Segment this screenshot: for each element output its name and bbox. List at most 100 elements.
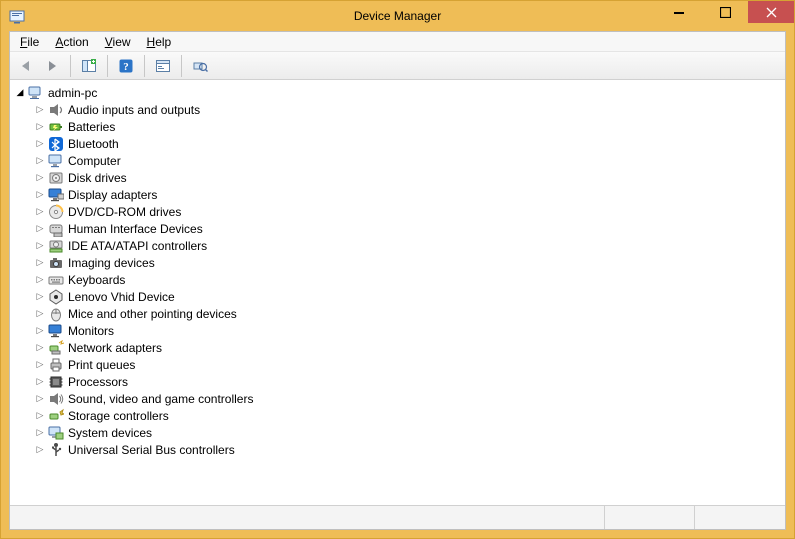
separator (181, 55, 182, 77)
expand-icon[interactable]: ▷ (34, 121, 46, 133)
tree-node[interactable]: ▷ Mice and other pointing devices (34, 305, 785, 322)
scan-hardware-button[interactable] (188, 54, 212, 78)
tree-node-label: IDE ATA/ATAPI controllers (68, 239, 207, 253)
tree-node-label: Processors (68, 375, 128, 389)
menu-file[interactable]: File (14, 33, 45, 51)
sound-icon (48, 391, 64, 407)
tree-node[interactable]: ▷Network adapters (34, 339, 785, 356)
tree-node-label: Lenovo Vhid Device (68, 290, 175, 304)
collapse-icon[interactable]: ◢ (14, 87, 26, 99)
menu-view[interactable]: View (99, 33, 137, 51)
forward-button[interactable] (40, 54, 64, 78)
expand-icon[interactable]: ▷ (34, 393, 46, 405)
tree-node-label: Mice and other pointing devices (68, 307, 237, 321)
expand-icon[interactable]: ▷ (34, 189, 46, 201)
expand-icon[interactable]: ▷ (34, 376, 46, 388)
expand-icon[interactable]: ▷ (34, 223, 46, 235)
lenovo-icon (48, 289, 64, 305)
separator (107, 55, 108, 77)
tree-node-label: DVD/CD-ROM drives (68, 205, 181, 219)
tree-node[interactable]: ▷Monitors (34, 322, 785, 339)
expand-icon[interactable]: ▷ (34, 240, 46, 252)
tree-node[interactable]: ▷ Sound, video and game controllers (34, 390, 785, 407)
tree-node[interactable]: ▷ Processors (34, 373, 785, 390)
expand-icon[interactable]: ▷ (34, 104, 46, 116)
expand-icon[interactable]: ▷ (34, 257, 46, 269)
maximize-button[interactable] (702, 1, 748, 23)
expand-icon[interactable]: ▷ (34, 325, 46, 337)
disk-icon (48, 170, 64, 186)
tree-node[interactable]: ▷ Print queues (34, 356, 785, 373)
client-area: File Action View Help ? ◢ a (9, 31, 786, 530)
expand-icon[interactable]: ▷ (34, 308, 46, 320)
menu-help[interactable]: Help (141, 33, 178, 51)
expand-icon[interactable]: ▷ (34, 138, 46, 150)
tree-node-label: Sound, video and game controllers (68, 392, 253, 406)
keyboard-icon (48, 272, 64, 288)
menu-action[interactable]: Action (49, 33, 94, 51)
device-tree[interactable]: ◢ admin-pc ▷Audio inputs and outputs▷Bat… (10, 80, 785, 505)
tree-node-label: Computer (68, 154, 121, 168)
status-cell (695, 506, 785, 529)
tree-node-label: Display adapters (68, 188, 157, 202)
tree-node-label: Keyboards (68, 273, 125, 287)
tree-node[interactable]: ▷ Keyboards (34, 271, 785, 288)
expand-icon[interactable]: ▷ (34, 274, 46, 286)
minimize-button[interactable] (656, 1, 702, 23)
tree-node-label: System devices (68, 426, 152, 440)
tree-node[interactable]: ▷Batteries (34, 118, 785, 135)
status-cell (605, 506, 695, 529)
tree-node[interactable]: ▷ Storage controllers (34, 407, 785, 424)
tree-node[interactable]: ▷ IDE ATA/ATAPI controllers (34, 237, 785, 254)
expand-icon[interactable]: ▷ (34, 291, 46, 303)
svg-text:?: ? (123, 61, 129, 73)
bluetooth-icon (48, 136, 64, 152)
tree-node[interactable]: ▷ DVD/CD-ROM drives (34, 203, 785, 220)
help-button[interactable]: ? (114, 54, 138, 78)
tree-node[interactable]: ▷ Universal Serial Bus controllers (34, 441, 785, 458)
toolbar: ? (10, 52, 785, 80)
tree-node[interactable]: ▷ Disk drives (34, 169, 785, 186)
tree-node[interactable]: ▷ Imaging devices (34, 254, 785, 271)
mouse-icon (48, 306, 64, 322)
expand-icon[interactable]: ▷ (34, 172, 46, 184)
tree-node[interactable]: ▷ System devices (34, 424, 785, 441)
usb-icon (48, 442, 64, 458)
expand-icon[interactable]: ▷ (34, 410, 46, 422)
tree-node[interactable]: ▷ Bluetooth (34, 135, 785, 152)
tree-node[interactable]: ▷ Display adapters (34, 186, 785, 203)
window: Device Manager File Action View Help ? (0, 0, 795, 539)
expand-icon[interactable]: ▷ (34, 155, 46, 167)
separator (144, 55, 145, 77)
tree-node-label: Print queues (68, 358, 135, 372)
tree-root-node[interactable]: ◢ admin-pc (14, 84, 785, 101)
properties-button[interactable] (151, 54, 175, 78)
tree-node-label: Bluetooth (68, 137, 119, 151)
expand-icon[interactable]: ▷ (34, 206, 46, 218)
tree-node-label: Imaging devices (68, 256, 155, 270)
tree-node[interactable]: ▷ Lenovo Vhid Device (34, 288, 785, 305)
back-button[interactable] (14, 54, 38, 78)
tree-node-label: admin-pc (48, 86, 97, 100)
expand-icon[interactable]: ▷ (34, 427, 46, 439)
tree-node[interactable]: ▷ Human Interface Devices (34, 220, 785, 237)
expand-icon[interactable]: ▷ (34, 342, 46, 354)
show-hide-tree-button[interactable] (77, 54, 101, 78)
titlebar[interactable]: Device Manager (1, 1, 794, 31)
hid-icon (48, 221, 64, 237)
battery-icon (48, 119, 64, 135)
network-icon (48, 340, 64, 356)
expand-icon[interactable]: ▷ (34, 444, 46, 456)
expand-icon[interactable]: ▷ (34, 359, 46, 371)
close-button[interactable] (748, 1, 794, 23)
status-cell (10, 506, 605, 529)
tree-node-label: Disk drives (68, 171, 127, 185)
separator (70, 55, 71, 77)
monitor-icon (48, 323, 64, 339)
tree-node-label: Universal Serial Bus controllers (68, 443, 235, 457)
imaging-icon (48, 255, 64, 271)
tree-node-label: Storage controllers (68, 409, 169, 423)
tree-node[interactable]: ▷Audio inputs and outputs (34, 101, 785, 118)
tree-node-label: Human Interface Devices (68, 222, 203, 236)
tree-node[interactable]: ▷ Computer (34, 152, 785, 169)
